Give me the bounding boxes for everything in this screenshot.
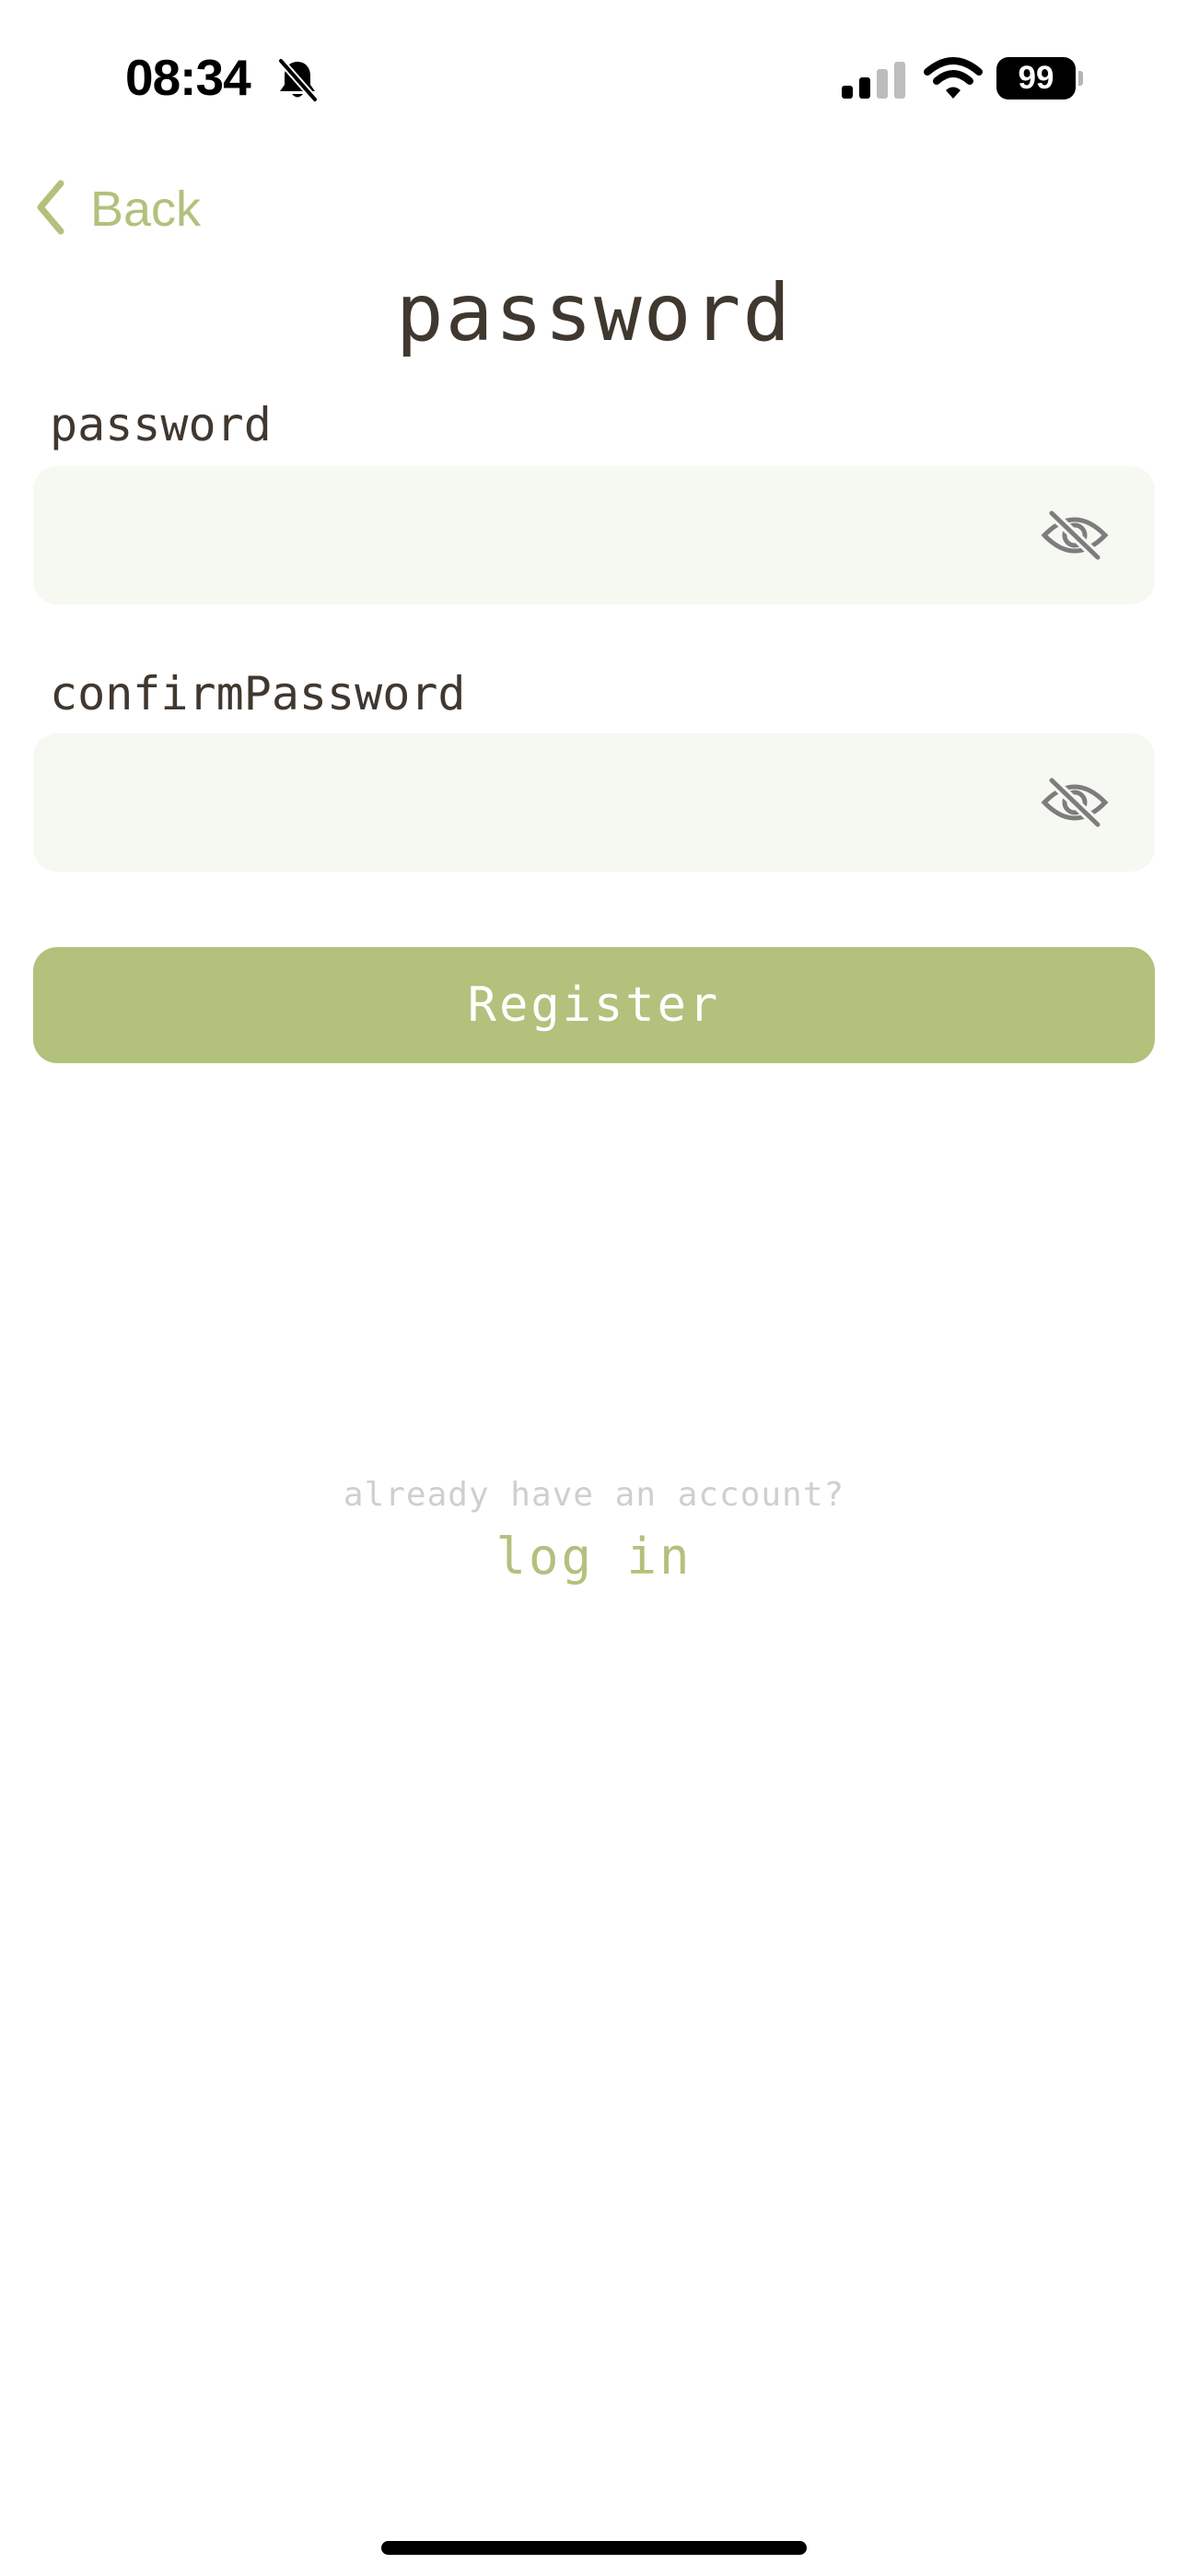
already-have-account-text: already have an account? [343,1476,845,1514]
bell-slash-icon [276,58,319,106]
back-button[interactable]: Back [35,177,201,241]
password-input[interactable] [70,466,1031,606]
confirm-password-input[interactable] [70,733,1031,873]
battery-cap [1078,71,1083,86]
status-time: 08:34 [125,49,251,106]
password-label: password [50,398,272,451]
register-button[interactable]: Register [33,947,1155,1063]
confirm-password-label: confirmPassword [50,667,466,720]
page-title: password [395,267,793,359]
eye-slash-icon[interactable] [1041,508,1109,563]
back-label: Back [90,181,202,237]
chevron-left-icon [35,180,66,239]
eye-slash-icon[interactable] [1041,775,1109,830]
battery-level: 99 [996,57,1076,100]
battery-icon: 99 [996,57,1083,101]
wifi-icon [924,57,983,103]
home-indicator [381,2541,807,2555]
login-link[interactable]: log in [0,1528,1188,1586]
confirm-password-field [33,733,1155,873]
status-bar: 08:34 99 [0,0,1188,157]
password-field [33,466,1155,606]
cellular-signal-icon [842,62,908,102]
